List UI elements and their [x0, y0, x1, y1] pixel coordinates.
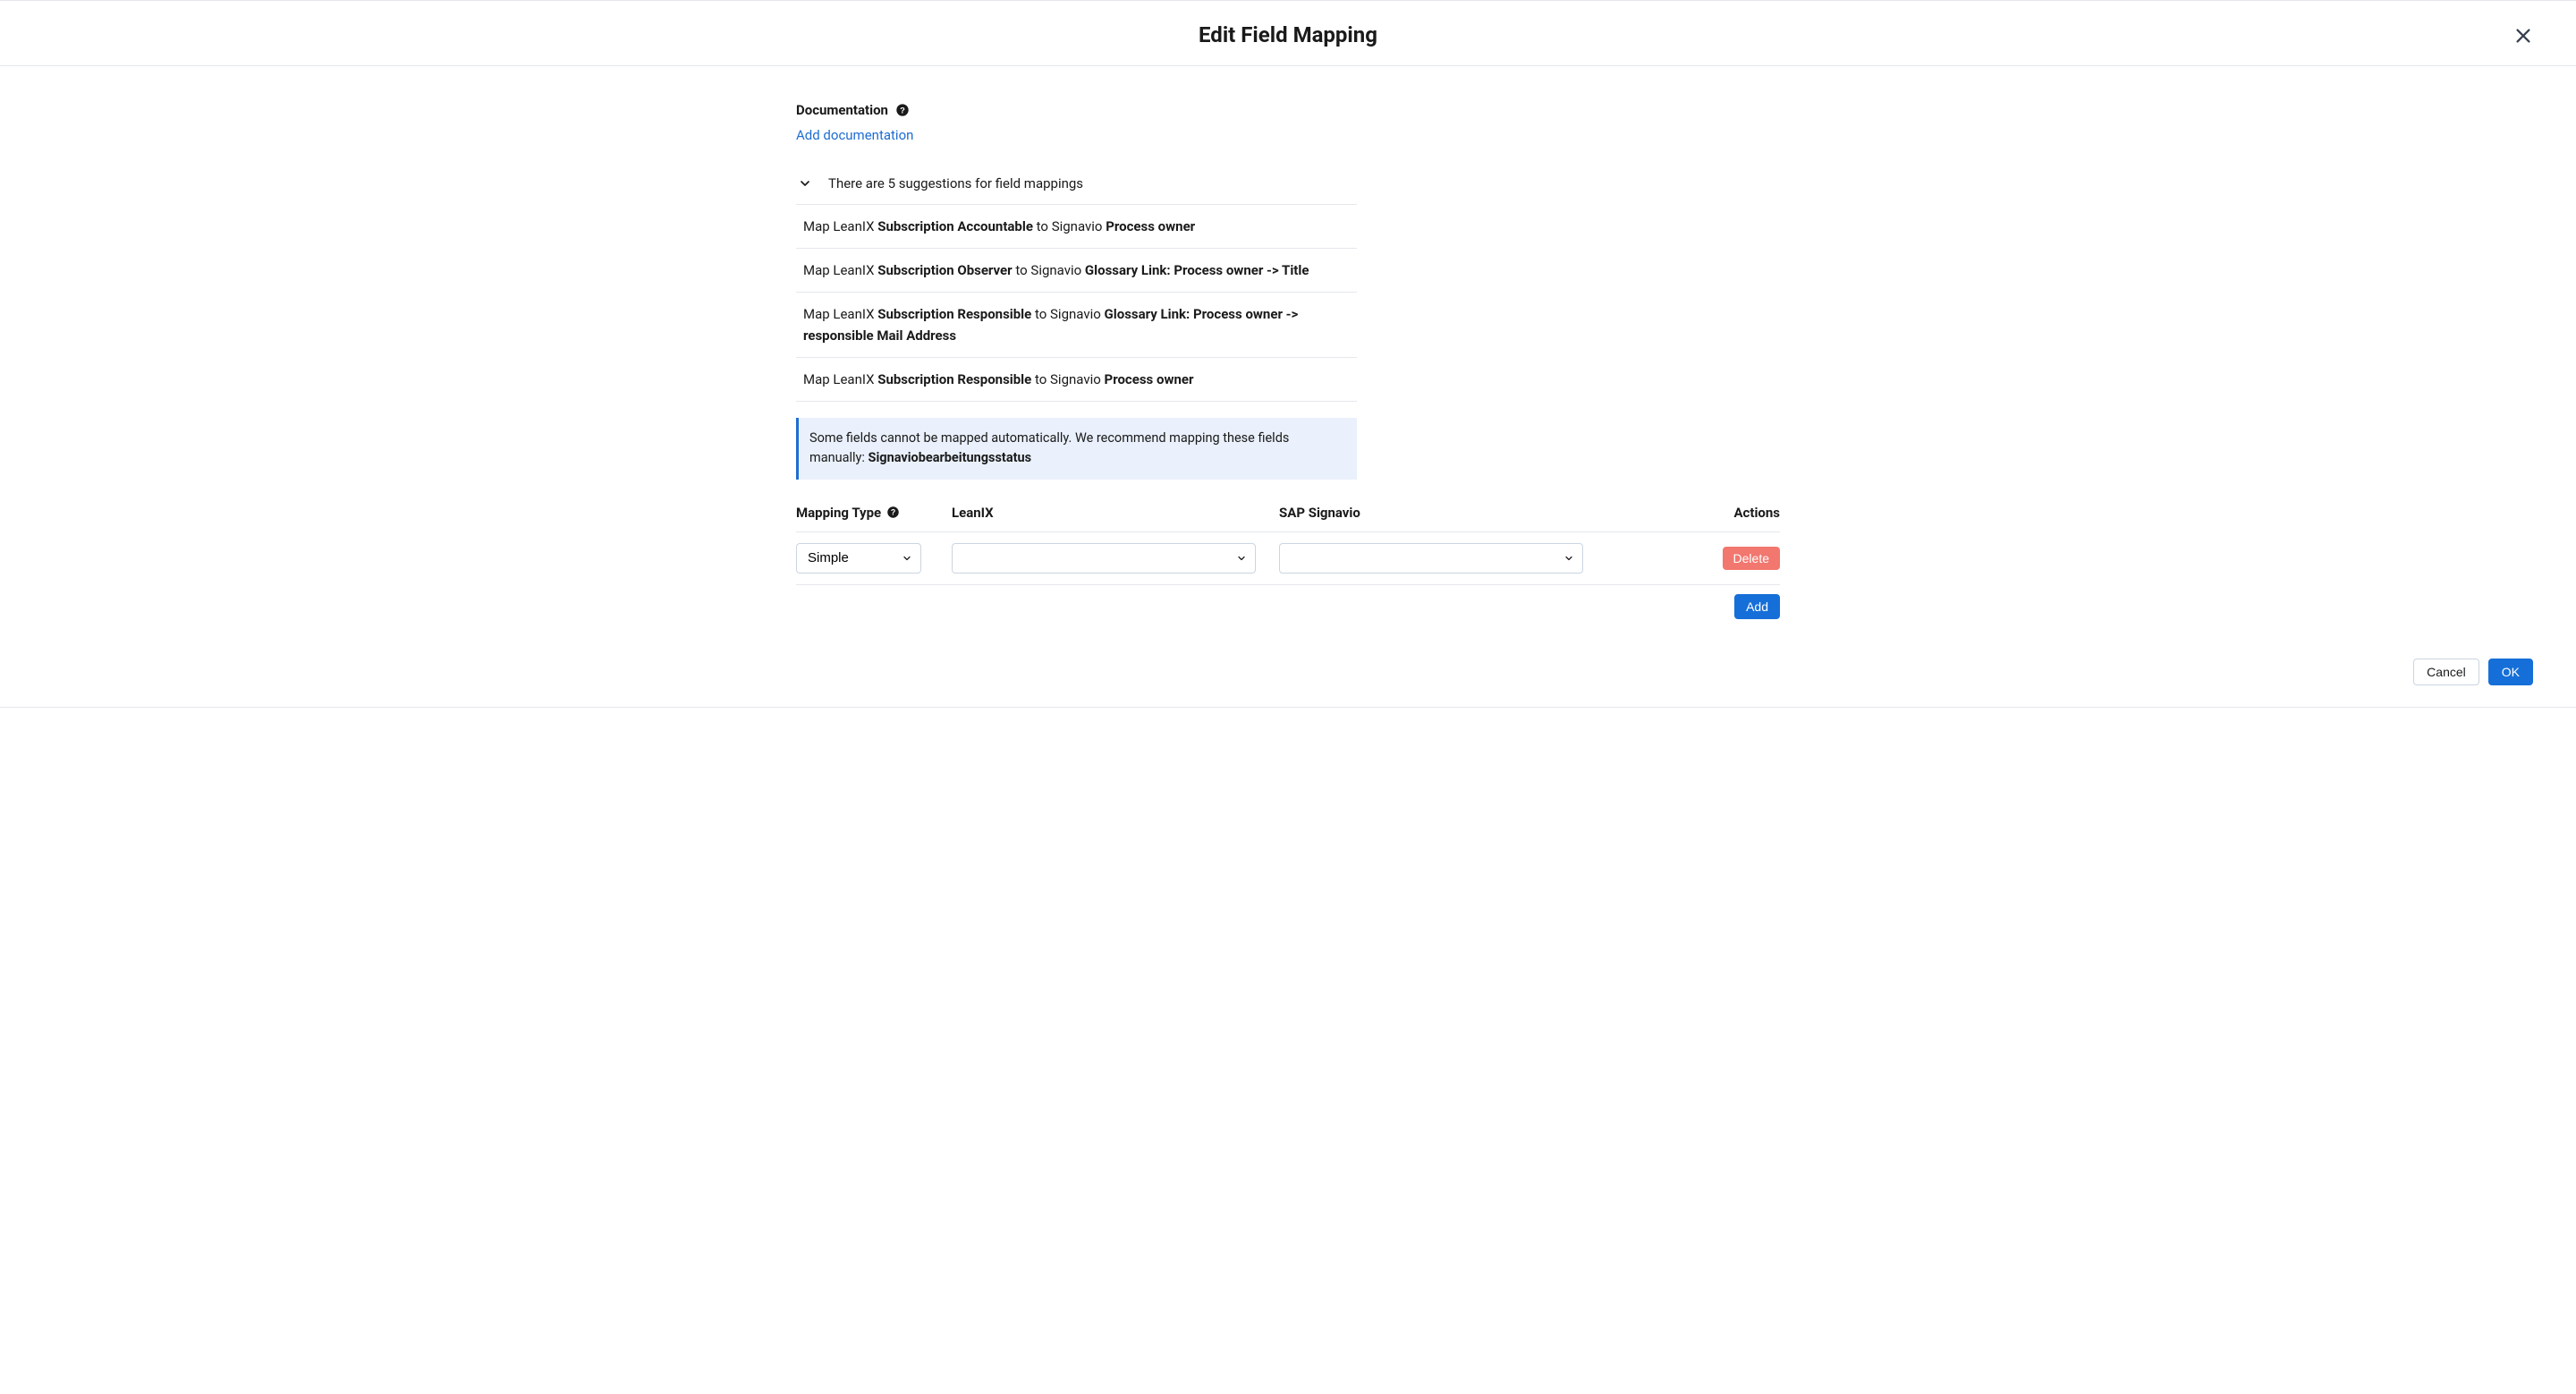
chevron-down-icon	[798, 176, 812, 191]
suggestion-target: Glossary Link: Process owner -> Title	[1085, 262, 1309, 278]
signavio-field-select[interactable]	[1279, 543, 1583, 574]
table-row: Simple	[796, 532, 1780, 585]
documentation-label-text: Documentation	[796, 102, 888, 118]
manual-mapping-notice: Some fields cannot be mapped automatical…	[796, 418, 1357, 480]
add-row: Add	[796, 585, 1780, 619]
suggestion-mid: to Signavio	[1033, 218, 1106, 234]
suggestion-item[interactable]: Map LeanIX Subscription Responsible to S…	[796, 358, 1357, 402]
header-mapping-type: Mapping Type ?	[796, 505, 936, 521]
help-icon[interactable]: ?	[886, 506, 900, 519]
close-icon	[2513, 26, 2533, 46]
suggestion-item[interactable]: Map LeanIX Subscription Accountable to S…	[796, 205, 1357, 249]
close-button[interactable]	[2513, 26, 2533, 46]
suggestion-source: Subscription Observer	[877, 262, 1012, 278]
edit-field-mapping-dialog: Edit Field Mapping Documentation ? Add d…	[0, 0, 2576, 708]
mapping-table: Mapping Type ? LeanIX SAP Signavio Actio…	[796, 505, 1780, 619]
suggestion-source: Subscription Responsible	[877, 371, 1031, 387]
svg-text:?: ?	[891, 508, 895, 517]
suggestion-prefix: Map LeanIX	[803, 262, 877, 278]
suggestion-mid: to Signavio	[1013, 262, 1085, 278]
suggestion-target: Process owner	[1106, 218, 1195, 234]
suggestion-target: Process owner	[1105, 371, 1194, 387]
documentation-label: Documentation ?	[796, 102, 910, 118]
leanix-field-select[interactable]	[952, 543, 1256, 574]
cancel-button[interactable]: Cancel	[2413, 659, 2479, 685]
notice-fields: Signaviobearbeitungsstatus	[869, 450, 1032, 465]
dialog-title: Edit Field Mapping	[0, 22, 2576, 47]
dialog-footer: Cancel OK	[0, 637, 2576, 707]
header-actions: Actions	[1606, 505, 1780, 521]
add-button[interactable]: Add	[1734, 594, 1780, 619]
suggestion-prefix: Map LeanIX	[803, 218, 877, 234]
help-icon[interactable]: ?	[895, 103, 910, 117]
suggestion-mid: to Signavio	[1031, 371, 1104, 387]
header-leanix: LeanIX	[952, 505, 1263, 521]
suggestions-header-text: There are 5 suggestions for field mappin…	[828, 175, 1083, 191]
header-mapping-type-text: Mapping Type	[796, 505, 881, 521]
suggestion-prefix: Map LeanIX	[803, 306, 877, 322]
suggestions-toggle[interactable]: There are 5 suggestions for field mappin…	[796, 175, 1357, 205]
suggestion-source: Subscription Responsible	[877, 306, 1031, 322]
documentation-section: Documentation ? Add documentation	[796, 102, 1780, 143]
delete-button[interactable]: Delete	[1723, 547, 1780, 570]
suggestion-mid: to Signavio	[1031, 306, 1104, 322]
table-header: Mapping Type ? LeanIX SAP Signavio Actio…	[796, 505, 1780, 532]
svg-text:?: ?	[900, 106, 905, 115]
suggestion-prefix: Map LeanIX	[803, 371, 877, 387]
ok-button[interactable]: OK	[2488, 659, 2533, 685]
mapping-type-select[interactable]: Simple	[796, 543, 921, 574]
suggestion-source: Subscription Accountable	[877, 218, 1033, 234]
dialog-header: Edit Field Mapping	[0, 1, 2576, 66]
add-documentation-link[interactable]: Add documentation	[796, 127, 913, 143]
suggestion-item[interactable]: Map LeanIX Subscription Observer to Sign…	[796, 249, 1357, 293]
dialog-content: Documentation ? Add documentation There …	[796, 66, 1780, 637]
header-signavio: SAP Signavio	[1279, 505, 1590, 521]
suggestion-item[interactable]: Map LeanIX Subscription Responsible to S…	[796, 293, 1357, 358]
suggestions-block: There are 5 suggestions for field mappin…	[796, 175, 1357, 480]
